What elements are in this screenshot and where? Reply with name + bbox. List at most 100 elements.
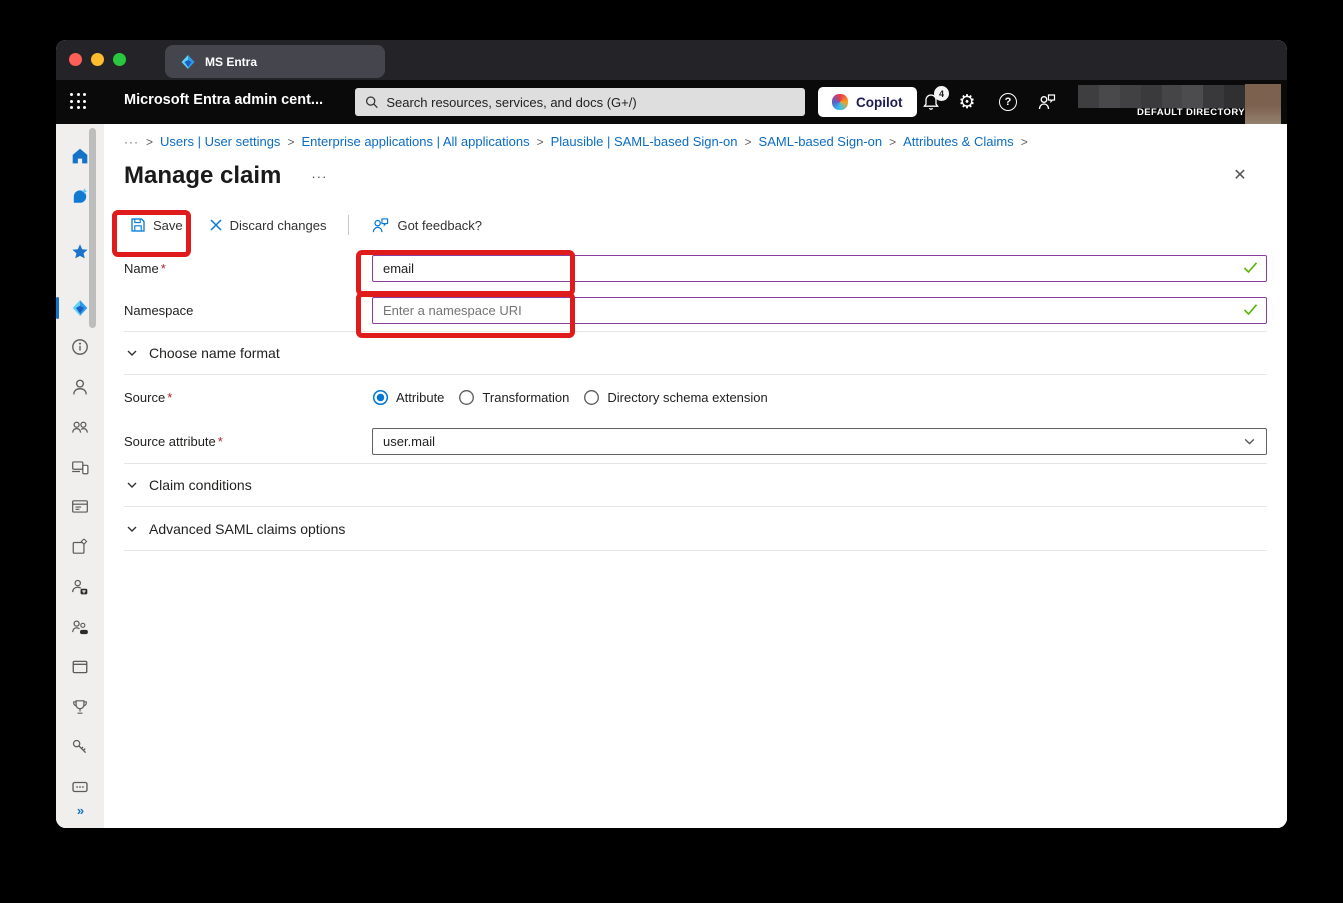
radio-directory-schema-extension[interactable]: Directory schema extension — [583, 389, 767, 406]
breadcrumb-separator: > — [537, 135, 544, 149]
main-panel: ··· > Users | User settings > Enterprise… — [104, 124, 1287, 828]
sidebar-expand-button[interactable]: » — [70, 800, 90, 820]
claim-form: Name* Namespace — [124, 247, 1267, 551]
help-button[interactable]: ? — [997, 91, 1019, 113]
sidebar-item-identity-governance[interactable] — [70, 697, 90, 717]
sidebar-item-external-identities[interactable] — [70, 617, 90, 637]
sidebar-item-verified-id[interactable] — [70, 777, 90, 797]
breadcrumb: ··· > Users | User settings > Enterprise… — [124, 134, 1267, 149]
devices-icon — [71, 458, 89, 476]
save-button[interactable]: Save — [124, 213, 189, 237]
tab-title: MS Entra — [205, 55, 257, 69]
sidebar-item-favorites[interactable] — [70, 242, 90, 262]
browser-window: MS Entra Microsoft Entra admin cent... C… — [56, 40, 1287, 828]
breadcrumb-item[interactable]: Users | User settings — [160, 134, 280, 149]
sidebar-item-enterprise-applications[interactable] — [70, 537, 90, 557]
keys-icon — [71, 738, 89, 756]
breadcrumb-item[interactable]: Plausible | SAML-based Sign-on — [551, 134, 738, 149]
selected-indicator — [56, 297, 59, 319]
enterprise-applications-icon — [71, 538, 89, 556]
toolbar-divider — [348, 215, 349, 235]
namespace-input[interactable] — [372, 297, 1267, 324]
radio-attribute[interactable]: Attribute — [372, 389, 444, 406]
copilot-logo-icon — [832, 94, 848, 110]
settings-button[interactable]: ⚙ — [956, 91, 978, 113]
app-registrations-icon — [71, 498, 89, 516]
save-icon — [130, 217, 146, 233]
minimize-window-button[interactable] — [91, 53, 104, 66]
breadcrumb-item[interactable]: Enterprise applications | All applicatio… — [301, 134, 529, 149]
browser-tab[interactable]: MS Entra — [165, 45, 385, 78]
sidebar: » — [56, 124, 104, 828]
name-label: Name — [124, 261, 159, 276]
sidebar-scrollbar[interactable] — [89, 128, 96, 328]
sidebar-item-home[interactable] — [70, 146, 90, 166]
radio-transformation[interactable]: Transformation — [458, 389, 569, 406]
radio-unselected-icon — [458, 389, 475, 406]
source-attribute-dropdown[interactable]: user.mail — [372, 428, 1267, 455]
title-more-button[interactable]: ··· — [311, 169, 327, 184]
titlebar: MS Entra — [56, 40, 1287, 80]
chevron-down-icon — [126, 523, 138, 535]
breadcrumb-separator: > — [1021, 135, 1028, 149]
sidebar-item-groups[interactable] — [70, 417, 90, 437]
sidebar-item-info[interactable] — [70, 337, 90, 357]
verified-id-card-icon — [71, 778, 89, 796]
sidebar-item-protection[interactable] — [70, 737, 90, 757]
claim-conditions-section[interactable]: Claim conditions — [124, 463, 1267, 507]
choose-name-format-section[interactable]: Choose name format — [124, 331, 1267, 375]
name-input[interactable] — [372, 255, 1267, 282]
breadcrumb-ellipsis[interactable]: ··· — [124, 135, 139, 149]
source-radio-group: Attribute Transformation Directory schem… — [372, 389, 768, 406]
discard-changes-button[interactable]: Discard changes — [203, 214, 333, 237]
zoom-window-button[interactable] — [113, 53, 126, 66]
app-launcher-icon[interactable] — [70, 93, 86, 109]
app-title: Microsoft Entra admin cent... — [124, 92, 323, 108]
command-bar: Save Discard changes Got feedback? — [124, 209, 1267, 241]
feedback-button[interactable] — [1036, 91, 1058, 113]
close-pane-button[interactable]: ✕ — [1227, 163, 1253, 189]
required-asterisk: * — [161, 261, 166, 276]
radio-selected-icon — [372, 389, 389, 406]
copilot-button[interactable]: Copilot — [818, 87, 917, 117]
sidebar-item-copilot[interactable] — [70, 186, 90, 206]
global-search[interactable] — [355, 88, 805, 116]
breadcrumb-separator: > — [745, 135, 752, 149]
breadcrumb-item[interactable]: SAML-based Sign-on — [759, 134, 883, 149]
breadcrumb-separator: > — [287, 135, 294, 149]
groups-icon — [71, 418, 89, 436]
avatar[interactable] — [1245, 84, 1281, 124]
search-icon — [365, 95, 378, 109]
redacted-account-info — [1078, 85, 1245, 108]
sidebar-item-users[interactable] — [70, 377, 90, 397]
valid-check-icon — [1243, 303, 1258, 316]
source-attribute-row: Source attribute* user.mail — [124, 419, 1267, 463]
entra-favicon-icon — [180, 54, 196, 70]
chevron-down-icon — [126, 479, 138, 491]
breadcrumb-item[interactable]: Attributes & Claims — [903, 134, 1014, 149]
source-field-row: Source* Attribute Transformati — [124, 375, 1267, 419]
notification-badge: 4 — [934, 86, 949, 101]
billing-icon — [71, 658, 89, 676]
sidebar-item-devices[interactable] — [70, 457, 90, 477]
sidebar-item-app-registrations[interactable] — [70, 497, 90, 517]
feedback-link-button[interactable]: Got feedback? — [365, 213, 488, 238]
user-icon — [71, 378, 89, 396]
sidebar-item-billing[interactable] — [70, 657, 90, 677]
namespace-label: Namespace — [124, 303, 193, 318]
source-label: Source — [124, 390, 165, 405]
content-area: » ··· > Users | User settings > Enterpri… — [56, 124, 1287, 828]
close-window-button[interactable] — [69, 53, 82, 66]
entra-id-icon — [71, 299, 89, 317]
search-input[interactable] — [386, 95, 795, 110]
chevron-down-icon — [126, 347, 138, 359]
source-attribute-label: Source attribute — [124, 434, 216, 449]
required-asterisk: * — [218, 434, 223, 449]
feedback-person-icon — [371, 217, 390, 234]
notifications-button[interactable]: 4 — [920, 91, 942, 113]
chevron-down-icon — [1243, 435, 1256, 448]
advanced-saml-options-section[interactable]: Advanced SAML claims options — [124, 507, 1267, 551]
sidebar-item-roles-admins[interactable] — [70, 577, 90, 597]
entra-topbar: Microsoft Entra admin cent... Copilot 4 … — [56, 80, 1287, 124]
sidebar-item-entra-id[interactable] — [70, 298, 90, 318]
